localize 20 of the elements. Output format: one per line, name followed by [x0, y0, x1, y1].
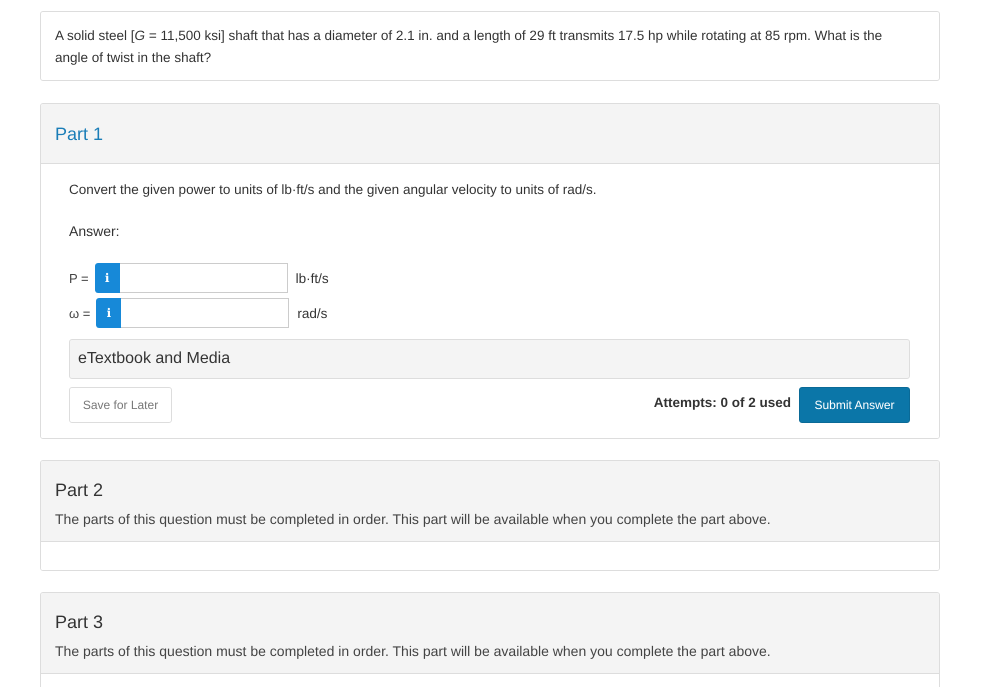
part-title[interactable]: Part 3: [55, 611, 104, 633]
answer-label: Answer:: [69, 222, 121, 241]
instruction-text: Convert the given power to units of lb·ft/s and the given angular velocity to units of rad/s.: [69, 181, 598, 199]
question-text: A solid steel [G = 11,500 ksi] shaft that has a diameter of 2.1 in. and a length of 29 ft transmits 17.5 hp while rotating at 85 rpm. What is the angle of twist in the shaft?: [55, 27, 884, 67]
etextbook-media-bar[interactable]: eTextbook and Media: [69, 339, 910, 379]
answer-field[interactable]: [120, 263, 288, 293]
answer-field[interactable]: [121, 298, 290, 328]
part-notice: The parts of this question must be completed in order. This part will be available when you complete the part above.: [55, 510, 771, 529]
save-for-later-button[interactable]: Save for Later: [69, 387, 172, 423]
part-title[interactable]: Part 1: [55, 123, 104, 145]
submit-answer-button[interactable]: Submit Answer: [799, 387, 910, 423]
info-button[interactable]: i: [96, 298, 122, 328]
attempts-text: Attempts: 0 of 2 used: [654, 395, 791, 410]
unit-label: rad/s: [297, 306, 328, 320]
variable-label: ω =: [69, 306, 90, 320]
unit-label: lb·ft/s: [296, 270, 329, 286]
part-title[interactable]: Part 2: [55, 479, 104, 501]
info-button[interactable]: i: [94, 263, 120, 293]
part-notice: The parts of this question must be completed in order. This part will be available when you complete the part above.: [55, 642, 771, 661]
variable-label: P =: [69, 270, 89, 286]
